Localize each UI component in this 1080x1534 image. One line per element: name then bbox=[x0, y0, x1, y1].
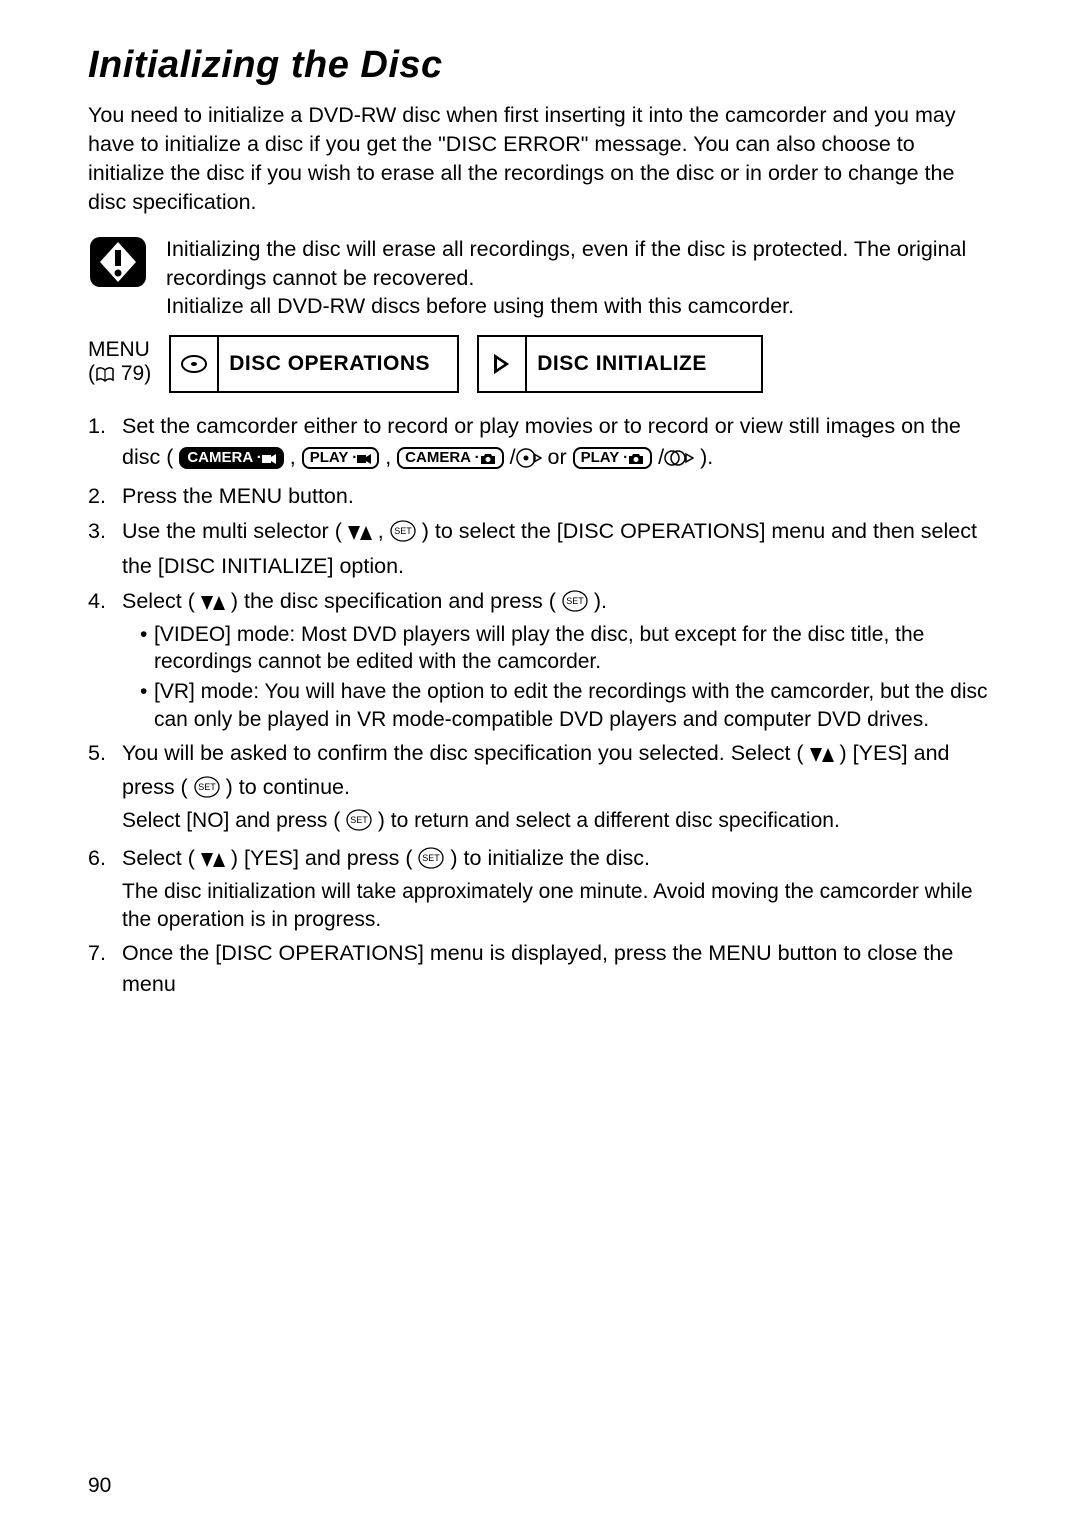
play-arrow-icon bbox=[479, 337, 527, 391]
set-button-icon: SET bbox=[562, 590, 588, 621]
book-icon bbox=[95, 365, 115, 389]
up-down-icon bbox=[201, 589, 225, 620]
menu-page-number: 79 bbox=[121, 362, 144, 385]
step-2: Press the MENU button. bbox=[88, 481, 992, 512]
single-image-play-icon bbox=[516, 446, 542, 477]
step-6-text-a: Select ( bbox=[122, 846, 201, 870]
set-button-icon: SET bbox=[418, 847, 444, 878]
step-5-sub-b: ) to return and select a different disc … bbox=[372, 809, 840, 832]
camera-movie-badge: CAMERA · bbox=[179, 447, 283, 469]
up-down-icon bbox=[201, 846, 225, 877]
play-photo-badge: PLAY · bbox=[573, 447, 653, 469]
svg-text:SET: SET bbox=[423, 853, 441, 863]
step-5-text-a: You will be asked to confirm the disc sp… bbox=[122, 741, 810, 765]
step-6: Select ( ) [YES] and press ( SET ) to in… bbox=[88, 843, 992, 934]
intro-paragraph: You need to initialize a DVD-RW disc whe… bbox=[88, 101, 992, 217]
step-6-text-c: ) to initialize the disc. bbox=[444, 846, 650, 870]
play-movie-badge: PLAY · bbox=[302, 447, 380, 469]
set-button-icon: SET bbox=[346, 809, 372, 839]
up-down-icon bbox=[810, 741, 834, 772]
set-button-icon: SET bbox=[390, 520, 416, 551]
page-number: 90 bbox=[88, 1474, 111, 1498]
multi-image-play-icon bbox=[664, 446, 694, 477]
svg-text:SET: SET bbox=[350, 815, 368, 825]
step-6-sub: The disc initialization will take approx… bbox=[122, 878, 992, 934]
step-3-text-a: Use the multi selector ( bbox=[122, 519, 348, 543]
svg-text:SET: SET bbox=[566, 596, 584, 606]
step-1-or: or bbox=[548, 445, 573, 469]
step-4-text-b: ) the disc specification and press ( bbox=[225, 589, 562, 613]
step-1-end: ). bbox=[700, 445, 713, 469]
step-7: Once the [DISC OPERATIONS] menu is displ… bbox=[88, 938, 992, 1000]
camera-photo-badge: CAMERA · bbox=[397, 447, 503, 469]
step-4-sub-1: [VIDEO] mode: Most DVD players will play… bbox=[140, 621, 992, 677]
svg-text:SET: SET bbox=[198, 782, 216, 792]
step-4-sub-2: [VR] mode: You will have the option to e… bbox=[140, 678, 992, 734]
step-5-text-c: ) to continue. bbox=[220, 775, 350, 799]
warning-line-2: Initialize all DVD-RW discs before using… bbox=[166, 292, 992, 321]
menu-box-2-label: DISC INITIALIZE bbox=[527, 352, 729, 376]
menu-box-1-label: DISC OPERATIONS bbox=[219, 352, 452, 376]
steps-list: Set the camcorder either to record or pl… bbox=[88, 411, 992, 1000]
step-3: Use the multi selector ( , SET ) to sele… bbox=[88, 516, 992, 582]
warning-block: Initializing the disc will erase all rec… bbox=[88, 235, 992, 321]
step-5: You will be asked to confirm the disc sp… bbox=[88, 738, 992, 839]
step-4-text-c: ). bbox=[588, 589, 607, 613]
step-1: Set the camcorder either to record or pl… bbox=[88, 411, 992, 477]
step-5-sub-a: Select [NO] and press ( bbox=[122, 809, 346, 832]
step-4-text-a: Select ( bbox=[122, 589, 201, 613]
warning-line-1: Initializing the disc will erase all rec… bbox=[166, 235, 992, 292]
page-title: Initializing the Disc bbox=[88, 44, 992, 87]
disc-icon bbox=[171, 337, 219, 391]
up-down-icon bbox=[348, 519, 372, 550]
warning-icon bbox=[88, 235, 148, 289]
menu-path-row: MENU ( 79) DISC OPERATIONS bbox=[88, 335, 992, 393]
set-button-icon: SET bbox=[194, 776, 220, 807]
menu-box-disc-initialize: DISC INITIALIZE bbox=[477, 335, 763, 393]
step-4: Select ( ) the disc specification and pr… bbox=[88, 586, 992, 735]
menu-page-ref: ( 79) bbox=[88, 362, 151, 389]
svg-text:SET: SET bbox=[394, 526, 412, 536]
menu-box-disc-operations: DISC OPERATIONS bbox=[169, 335, 459, 393]
step-6-text-b: ) [YES] and press ( bbox=[225, 846, 419, 870]
menu-label: MENU bbox=[88, 338, 151, 362]
